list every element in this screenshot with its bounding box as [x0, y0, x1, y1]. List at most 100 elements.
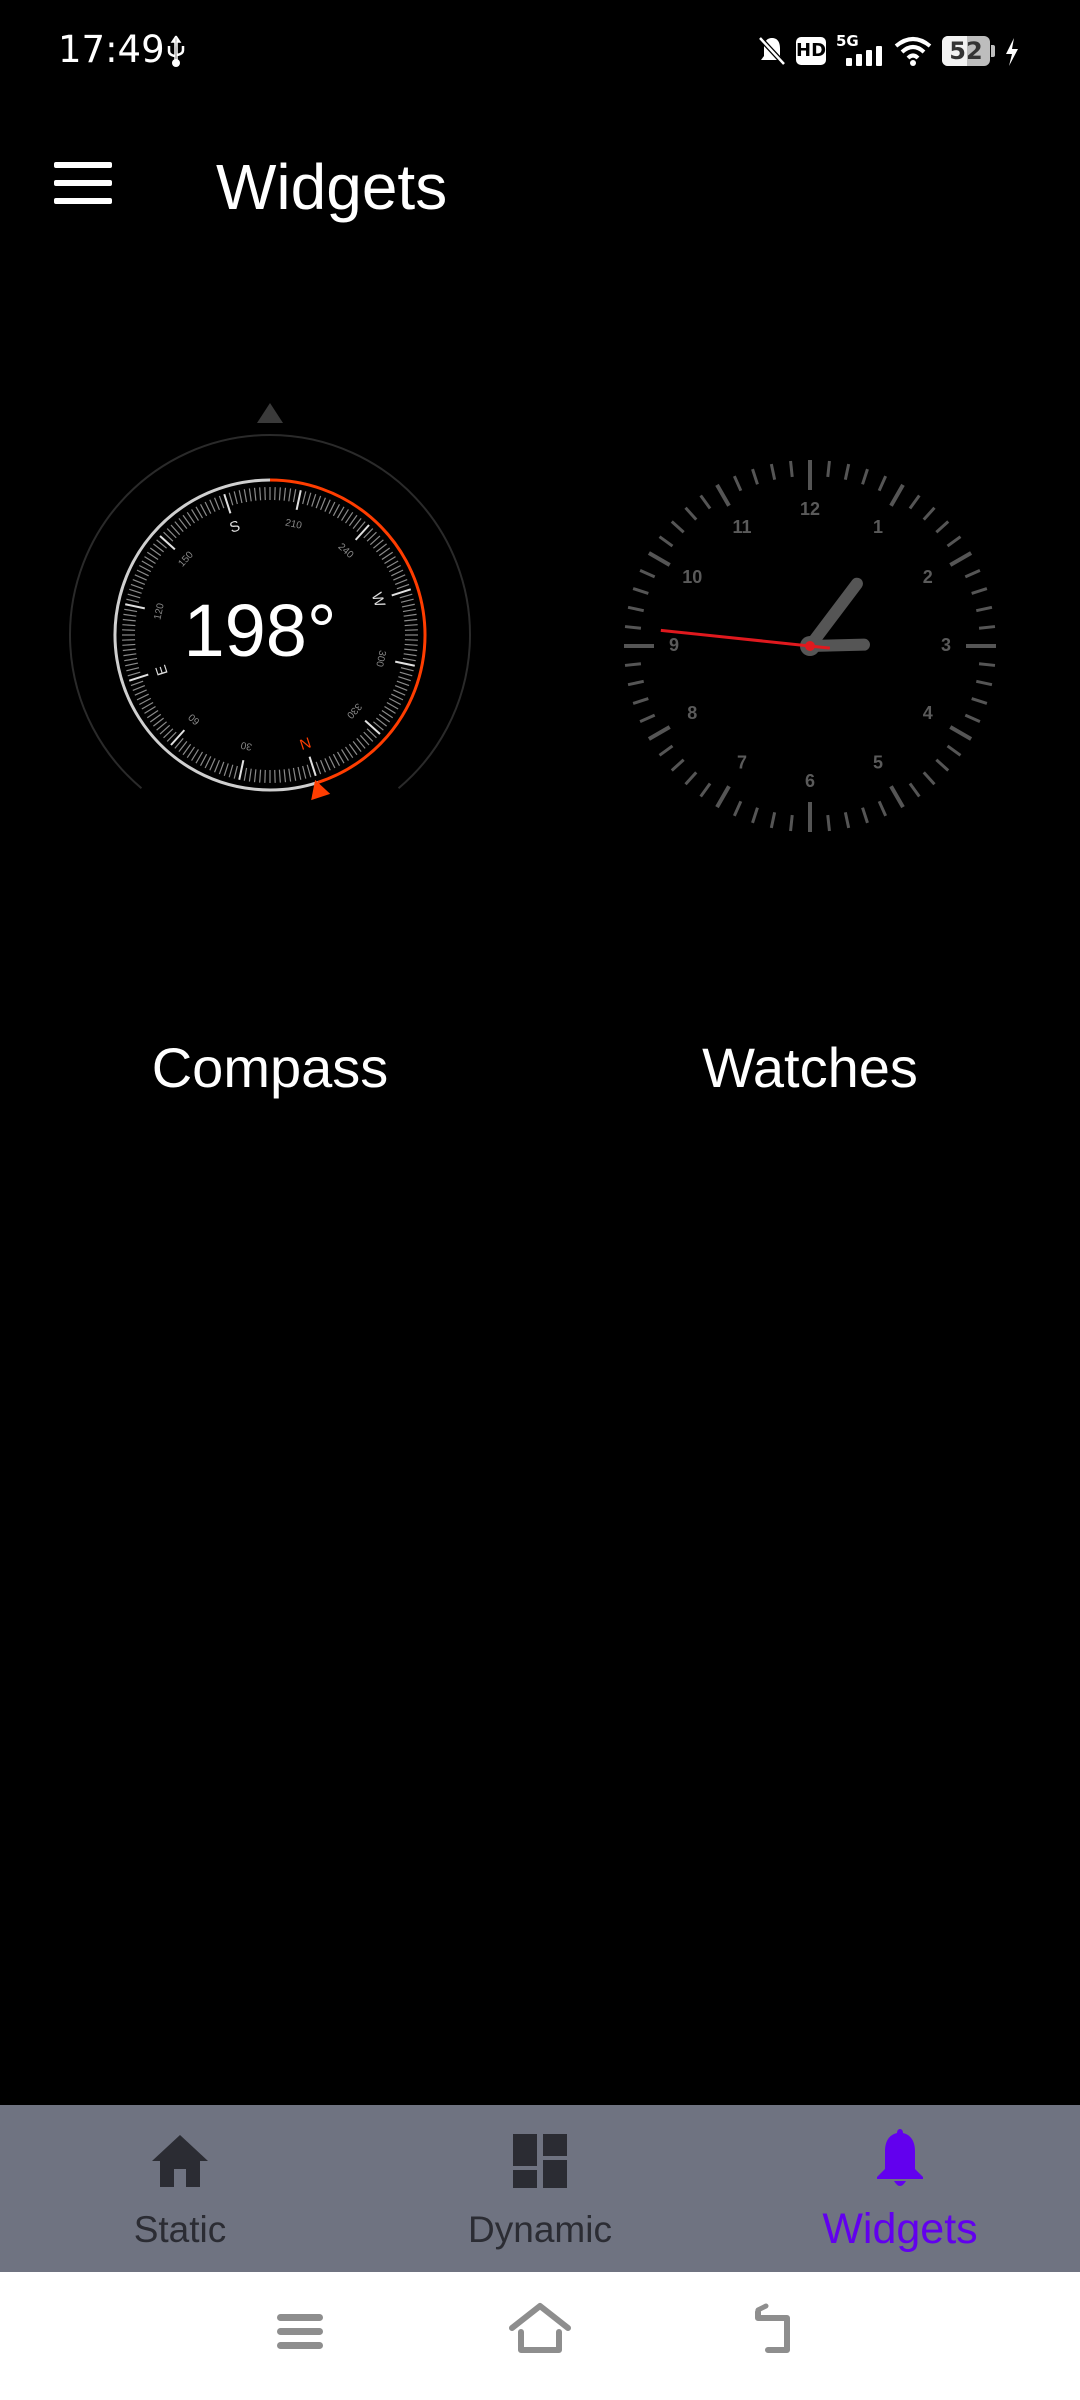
compass-tick [336, 751, 345, 764]
5g-signal-icon: 5G [836, 32, 882, 68]
clock-number: 2 [923, 567, 933, 587]
wifi-icon [894, 37, 932, 66]
hd-icon: HD [796, 37, 826, 65]
back-icon[interactable] [740, 2302, 820, 2372]
clock-tick [964, 713, 981, 724]
nav-item-dynamic[interactable]: Dynamic [360, 2105, 720, 2272]
compass-tick [218, 761, 225, 775]
second-hand-hub [805, 641, 815, 651]
compass-tick [248, 488, 252, 502]
compass-tick [320, 497, 326, 511]
compass-tick [336, 506, 345, 519]
compass-tick [132, 685, 146, 691]
clock-tick [789, 814, 794, 832]
compass-tick [315, 495, 322, 509]
compass-tick [130, 583, 144, 590]
compass-tick [315, 761, 322, 775]
clock-tick [889, 785, 905, 809]
compass-tick [191, 509, 199, 521]
compass-tick [341, 509, 349, 521]
compass-tick [396, 680, 410, 687]
watch-widget[interactable]: 12 1 2 3 4 5 6 7 8 9 10 11 Watches [600, 440, 1020, 1120]
compass-tick [381, 709, 394, 719]
compass-tick [391, 693, 404, 701]
compass-tick [238, 490, 243, 504]
clock-tick [975, 605, 993, 613]
compass-tick [302, 765, 307, 779]
compass-tick [228, 492, 234, 506]
compass-tick [136, 569, 149, 577]
compass-tick [130, 680, 144, 687]
clock-tick [624, 662, 642, 667]
compass-tick [393, 574, 406, 581]
compass-tick [404, 643, 418, 646]
clock-tick [647, 551, 671, 567]
compass-tick [404, 648, 418, 652]
clock-tick [908, 494, 921, 510]
compass-tick [401, 603, 415, 608]
recents-menu-icon[interactable] [260, 2302, 340, 2372]
compass-tick [388, 697, 401, 706]
compass-tick [399, 593, 413, 599]
compass-tick [124, 608, 138, 613]
clock-number: 7 [737, 753, 747, 773]
compass-tick [306, 764, 312, 778]
clock-face: 121234567891011 [624, 460, 996, 832]
clock-tick [949, 725, 973, 741]
nav-item-widgets[interactable]: Widgets [720, 2105, 1080, 2272]
clock-tick [826, 460, 831, 478]
compass-tick [214, 759, 220, 773]
compass-tick [341, 749, 349, 761]
home-icon [152, 2135, 208, 2187]
clock-tick [639, 568, 656, 579]
clock-tick [843, 463, 851, 481]
compass-tick [136, 693, 149, 701]
clock-number: 3 [941, 635, 951, 655]
compass-dial: N E S W 30 60 120 150 210 240 300 330 198° [69, 403, 471, 801]
battery-icon: 52 [942, 36, 990, 66]
compass-tick [292, 489, 297, 503]
nav-item-static[interactable]: Static [0, 2105, 360, 2272]
battery-nub [991, 45, 995, 57]
compass-tick [283, 769, 287, 783]
compass-tick [398, 676, 411, 682]
compass-tick [297, 766, 302, 780]
compass-tick [127, 593, 141, 599]
compass-label-330: 330 [344, 701, 364, 721]
nav-label-widgets: Widgets [822, 2205, 978, 2253]
compass-widget[interactable]: N E S W 30 60 120 150 210 240 300 330 198° Compass [40, 400, 500, 1120]
clock-tick [715, 483, 731, 507]
clock-tick [978, 662, 996, 667]
compass-label-W: W [368, 591, 389, 611]
compass-tick [195, 506, 204, 519]
compass-tick [233, 765, 238, 779]
compass-tick [253, 769, 257, 783]
clock-tick [877, 800, 888, 817]
charging-icon [1006, 38, 1018, 66]
clock-tick [975, 679, 993, 687]
home-outline-icon[interactable] [500, 2302, 580, 2372]
compass-tick [324, 499, 331, 512]
compass-tick [126, 598, 140, 603]
clock-tick [639, 713, 656, 724]
clock-tick [769, 463, 777, 481]
compass-tick [186, 746, 196, 759]
compass-tick [292, 767, 297, 781]
clock-tick [861, 468, 869, 485]
compass-tick [332, 504, 341, 517]
clock-tick [647, 725, 671, 741]
status-bar: 17:49 HD 5G 52 [0, 0, 1080, 100]
clock-number: 6 [805, 771, 815, 791]
compass-tick [134, 689, 147, 696]
compass-tick [122, 618, 136, 622]
compass-tick [311, 494, 317, 507]
hamburger-menu-icon[interactable] [44, 156, 124, 226]
compass-tick [248, 768, 252, 782]
compass-tick [403, 613, 417, 617]
clock-tick [751, 468, 759, 485]
system-navigation-bar [0, 2272, 1080, 2400]
compass-tick [125, 662, 139, 667]
compass-tick [191, 749, 199, 761]
compass-tick [233, 491, 238, 505]
clock-tick [715, 785, 731, 809]
